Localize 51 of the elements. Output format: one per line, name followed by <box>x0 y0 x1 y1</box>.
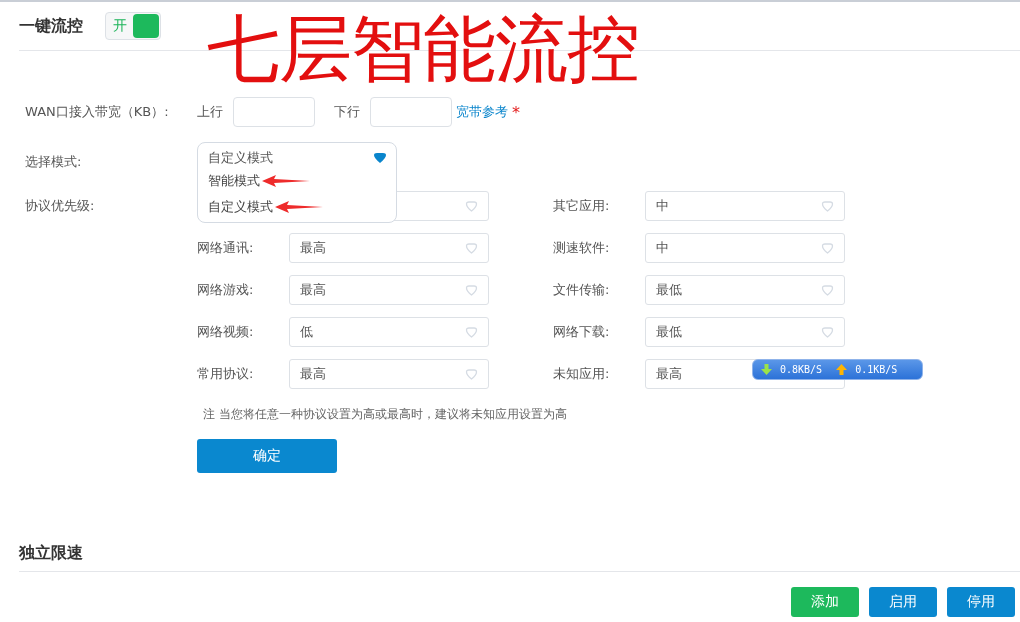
action-button[interactable]: 启用 <box>869 587 937 617</box>
caret-icon <box>821 200 834 212</box>
field-label: 选择模式: <box>25 153 82 171</box>
caret-icon <box>465 368 478 380</box>
download-speed: 0.8KB/S <box>780 364 823 375</box>
down-arrow-icon <box>761 364 772 375</box>
up-arrow-icon <box>836 364 848 375</box>
overlay-title: 七层智能流控 <box>207 12 639 85</box>
upload-speed: 0.1KB/S <box>855 364 898 375</box>
select-field[interactable]: 最低 <box>645 275 845 305</box>
caret-icon <box>821 284 834 296</box>
caret-icon <box>465 200 478 212</box>
field-label: 上行 <box>197 103 223 121</box>
action-button[interactable]: 停用 <box>947 587 1015 617</box>
field-label: 文件传输: <box>553 281 611 299</box>
field-label: WAN口接入带宽（KB）: <box>25 103 170 121</box>
dropdown-option[interactable]: 智能模式 <box>208 172 260 190</box>
section-title: 一键流控 <box>19 15 83 37</box>
field-label: 网络通讯: <box>197 239 255 257</box>
select-field[interactable]: 最低 <box>645 317 845 347</box>
select-field[interactable]: 最高 <box>289 275 489 305</box>
select-field[interactable]: 低 <box>289 317 489 347</box>
caret-icon <box>465 326 478 338</box>
field-label: 协议优先级: <box>25 197 96 215</box>
confirm-button[interactable]: 确定 <box>197 439 337 473</box>
dropdown-value: 自定义模式 <box>208 149 273 167</box>
input-field[interactable] <box>370 97 452 127</box>
input-field[interactable] <box>233 97 315 127</box>
caret-icon <box>374 153 386 163</box>
mode-dropdown[interactable]: 自定义模式 智能模式 自定义模式 <box>197 142 397 223</box>
section-title: 独立限速 <box>19 542 83 564</box>
field-label: 未知应用: <box>553 365 611 383</box>
note-text: 注 当您将任意一种协议设置为高或最高时，建议将未知应用设置为高 <box>203 407 568 422</box>
caret-icon <box>465 284 478 296</box>
field-label: 其它应用: <box>553 197 611 215</box>
select-field[interactable]: 中 <box>645 191 845 221</box>
caret-icon <box>821 242 834 254</box>
field-label: 测速软件: <box>553 239 611 257</box>
select-field[interactable]: 最高 <box>289 233 489 263</box>
field-label: 网络下载: <box>553 323 611 341</box>
dropdown-option[interactable]: 自定义模式 <box>208 198 273 216</box>
required-mark: * <box>512 102 520 122</box>
bandwidth-link[interactable]: 宽带参考 <box>456 103 508 121</box>
select-field[interactable]: 最高 <box>289 359 489 389</box>
field-label: 常用协议: <box>197 365 255 383</box>
caret-icon <box>821 326 834 338</box>
field-label: 网络游戏: <box>197 281 255 299</box>
field-label: 下行 <box>334 103 360 121</box>
select-field[interactable]: 中 <box>645 233 845 263</box>
field-label: 网络视频: <box>197 323 255 341</box>
caret-icon <box>465 242 478 254</box>
